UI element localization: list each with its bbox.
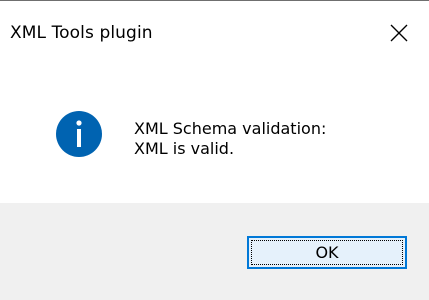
title-bar[interactable]: XML Tools plugin (0, 1, 429, 65)
info-icon (56, 111, 102, 157)
close-icon (390, 24, 408, 42)
window-title: XML Tools plugin (10, 23, 153, 43)
button-bar: OK (0, 203, 429, 300)
ok-button[interactable]: OK (247, 236, 407, 269)
message-dialog: XML Tools plugin XML Schema validation: … (0, 0, 429, 300)
close-button[interactable] (369, 1, 429, 65)
message-text: XML Schema validation: XML is valid. (134, 119, 326, 159)
dialog-content: XML Schema validation: XML is valid. (0, 65, 429, 203)
message-line-1: XML Schema validation: (134, 119, 327, 138)
message-line-2: XML is valid. (134, 139, 235, 158)
ok-button-label: OK (315, 243, 339, 262)
